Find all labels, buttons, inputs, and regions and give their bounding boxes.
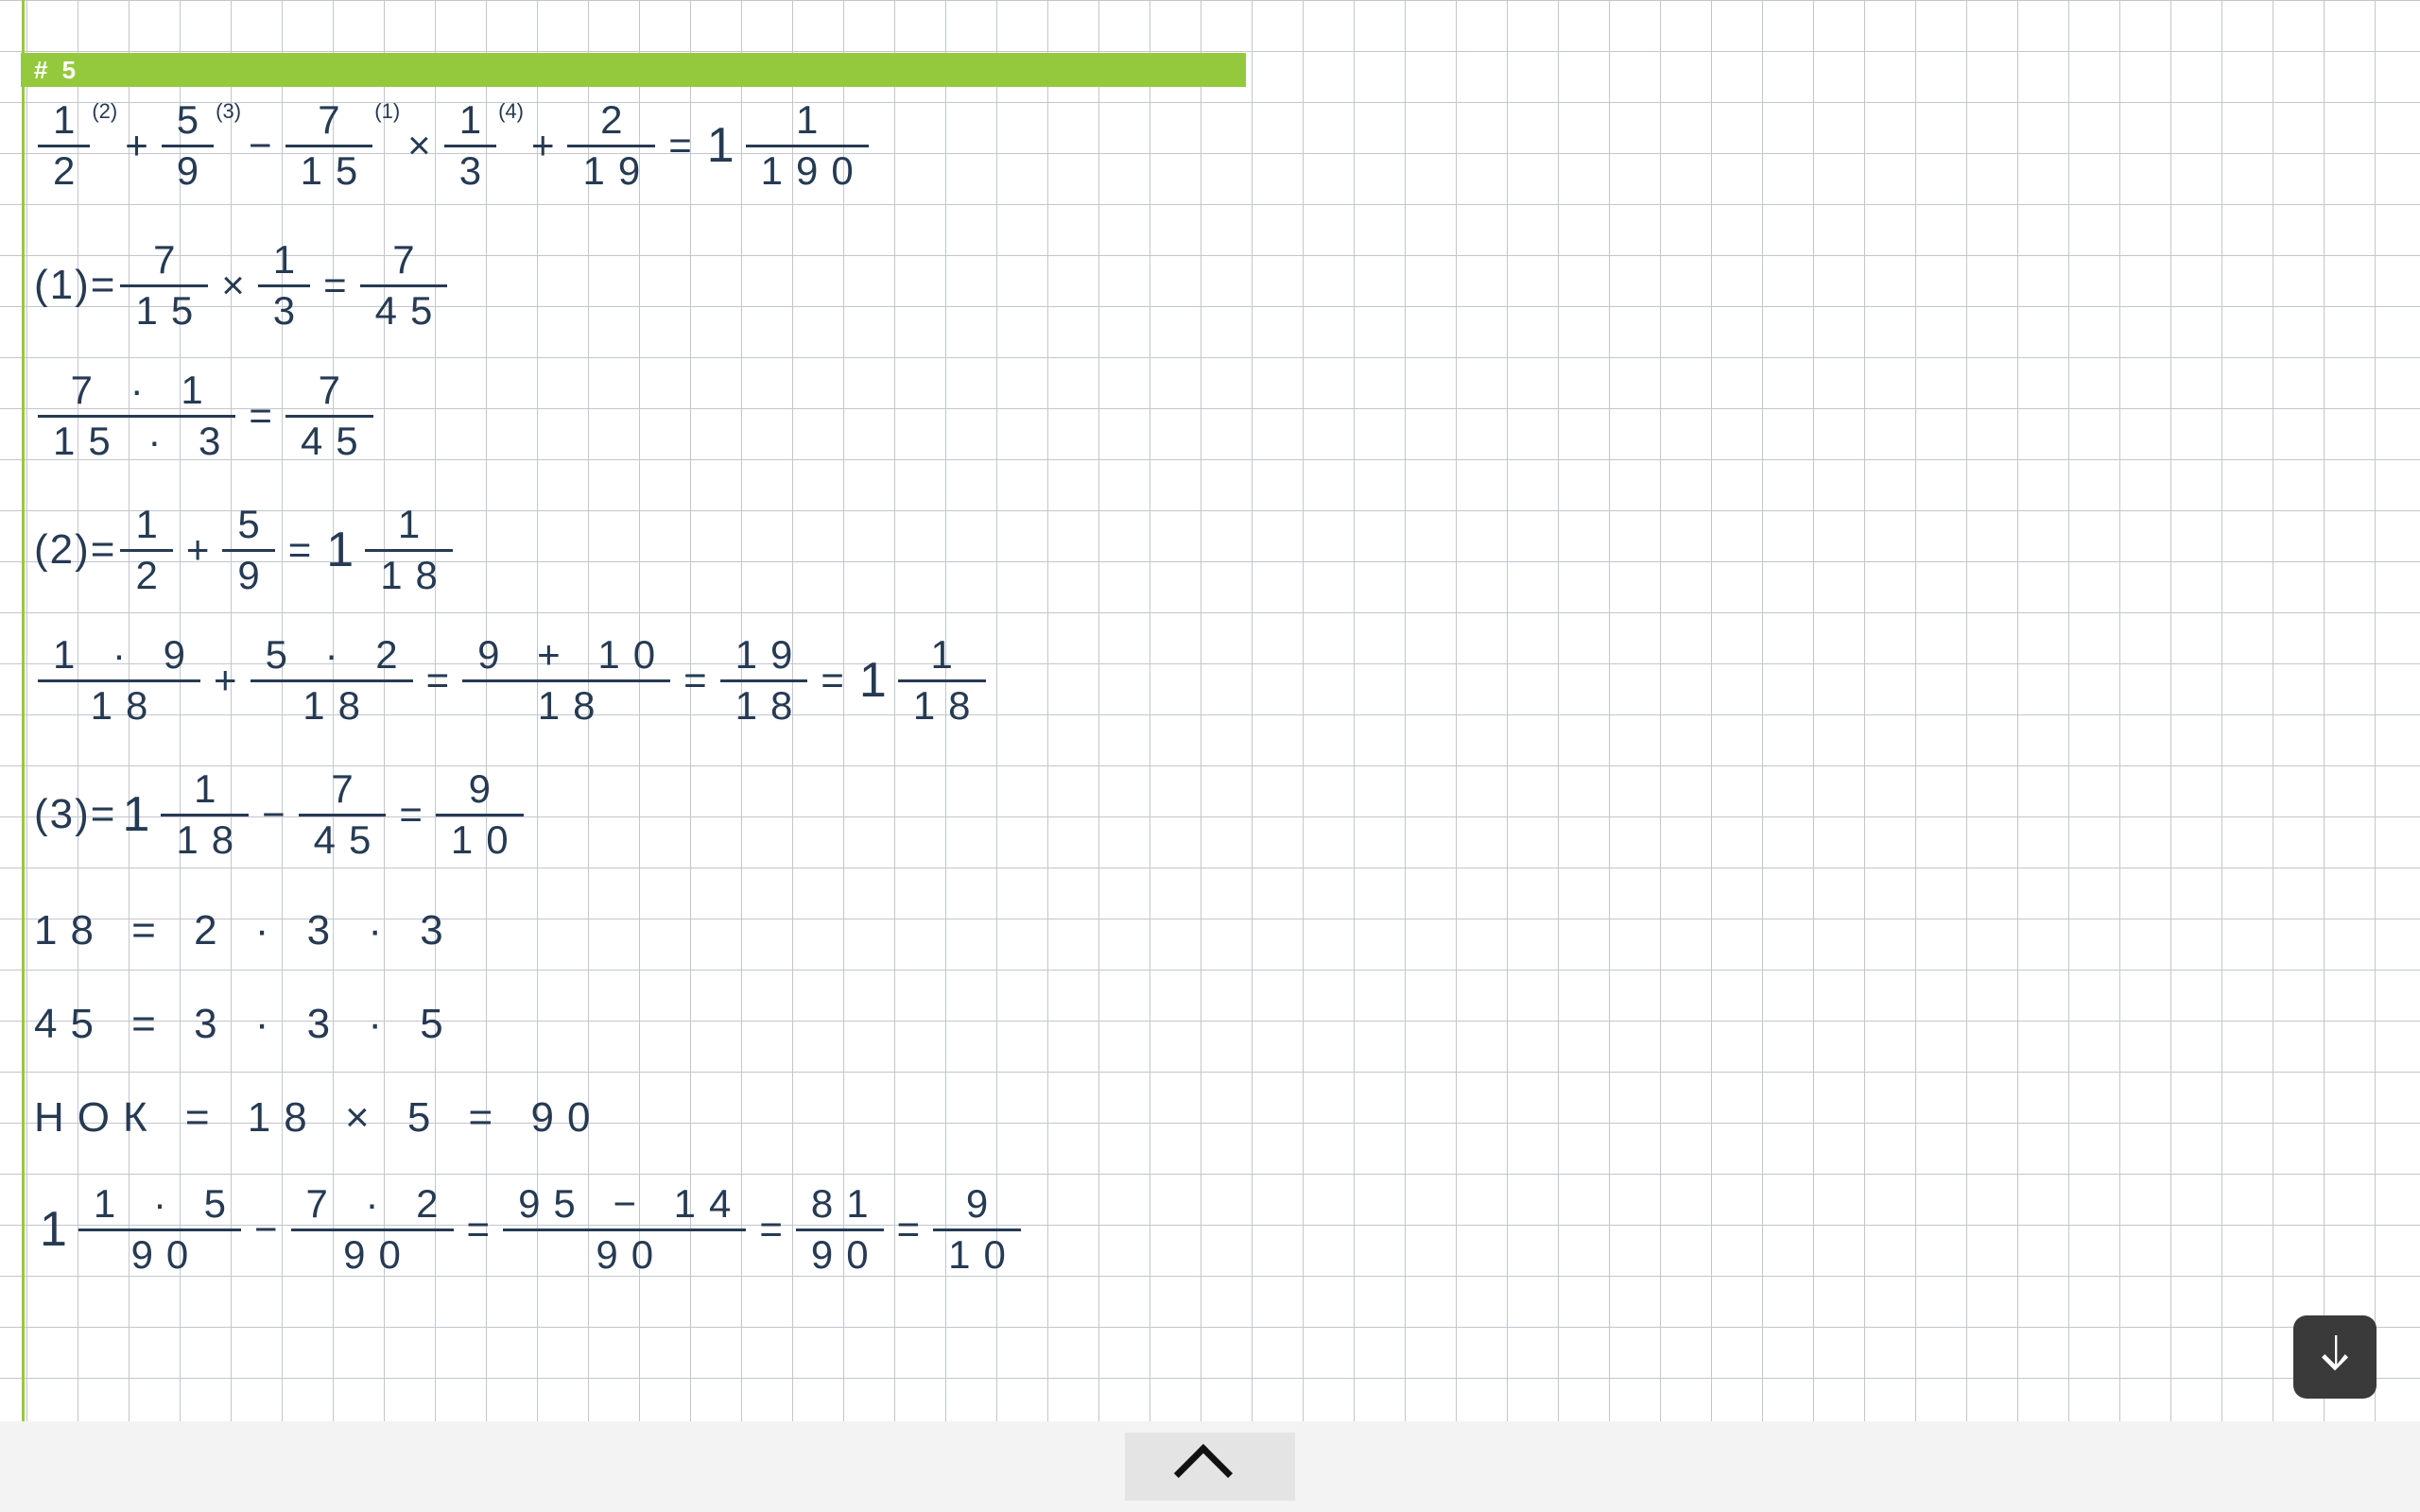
whole-part: 1 <box>116 790 157 839</box>
fraction: 910 <box>436 768 524 860</box>
factorization-line-2: 45 = 3 · 3 · 5 <box>34 984 1025 1064</box>
whole-part: 1 <box>854 656 894 705</box>
plain-text: 18 = 2 · 3 · 3 <box>34 910 457 952</box>
equals-op: = <box>417 661 459 700</box>
fraction: 1190 <box>746 99 869 191</box>
minus-op: − <box>239 126 282 165</box>
collapse-button[interactable] <box>1125 1433 1295 1501</box>
fraction: 118 <box>898 634 986 726</box>
equals-op: = <box>389 795 432 834</box>
fraction: 745 <box>299 768 387 860</box>
step-ref-4: (4) <box>498 101 524 122</box>
equals-op: = <box>674 661 717 700</box>
chevron-up-icon <box>1189 1446 1231 1487</box>
fraction: 1918 <box>720 634 808 726</box>
fraction: 1 · 918 <box>38 634 200 726</box>
bottom-bar <box>0 1421 2420 1512</box>
minus-op: − <box>245 1210 287 1249</box>
equation-line-1: 1 2 (2) + 59 (3) − 715 (1) × 13 (4) + 21… <box>34 94 1025 197</box>
whole-part: 1 <box>701 121 742 170</box>
plus-op: + <box>204 661 247 700</box>
plus-op: + <box>177 530 219 570</box>
fraction: 1 · 590 <box>78 1183 241 1275</box>
arrow-down-icon <box>2308 1329 2361 1386</box>
step-ref-3: (3) <box>216 101 241 122</box>
fraction: 745 <box>285 369 373 461</box>
step-lead: (3)= <box>34 794 116 835</box>
left-margin-rule <box>22 0 25 1512</box>
fraction: 9 + 1018 <box>462 634 670 726</box>
equation-line-5: 1 · 918 + 5 · 218 = 9 + 1018 = 1918 = 1 … <box>34 629 1025 731</box>
section-header: # 5 <box>21 53 1246 87</box>
fraction: 1 2 <box>38 99 90 191</box>
section-label: # 5 <box>34 56 79 85</box>
step-lead: (2)= <box>34 529 116 571</box>
equals-op: = <box>750 1210 792 1249</box>
step-lead: (1)= <box>34 265 116 306</box>
fraction: 7 · 115 · 3 <box>38 369 235 461</box>
equation-line-2: (1)= 715 × 13 = 745 <box>34 234 1025 336</box>
scroll-down-button[interactable] <box>2293 1315 2377 1399</box>
step-ref-2: (2) <box>92 101 117 122</box>
equation-line-4: (2)= 12 + 59 = 1 118 <box>34 499 1025 601</box>
fraction: 118 <box>365 504 453 595</box>
fraction: 59 <box>162 99 214 191</box>
fraction: 95 − 1490 <box>503 1183 746 1275</box>
times-op: × <box>398 126 441 165</box>
fraction: 745 <box>360 239 448 331</box>
fraction: 715 <box>120 239 208 331</box>
minus-op: − <box>252 795 295 834</box>
equals-op: = <box>239 396 282 436</box>
equals-op: = <box>888 1210 930 1249</box>
worked-solution: 1 2 (2) + 59 (3) − 715 (1) × 13 (4) + 21… <box>34 94 1025 1280</box>
fraction: 910 <box>933 1183 1021 1275</box>
fraction: 12 <box>120 504 172 595</box>
equals-op: = <box>314 266 356 305</box>
factorization-line-1: 18 = 2 · 3 · 3 <box>34 890 1025 971</box>
equals-op: = <box>279 530 321 570</box>
plus-op: + <box>115 126 158 165</box>
equals-op: = <box>811 661 854 700</box>
equals-op: = <box>659 126 701 165</box>
plain-text: НОК = 18 × 5 = 90 <box>34 1097 603 1139</box>
plus-op: + <box>522 126 564 165</box>
equation-line-10: 1 1 · 590 − 7 · 290 = 95 − 1490 = 8190 =… <box>34 1178 1025 1280</box>
step-ref-1: (1) <box>374 101 400 122</box>
fraction: 59 <box>222 504 274 595</box>
whole-part: 1 <box>320 525 361 575</box>
fraction: 7 · 290 <box>291 1183 454 1275</box>
whole-part: 1 <box>34 1205 75 1254</box>
fraction: 715 <box>285 99 373 191</box>
fraction: 5 · 218 <box>251 634 413 726</box>
equation-line-3: 7 · 115 · 3 = 745 <box>34 365 1025 467</box>
fraction: 13 <box>258 239 310 331</box>
lcm-line: НОК = 18 × 5 = 90 <box>34 1077 1025 1158</box>
equals-op: = <box>458 1210 500 1249</box>
fraction: 8190 <box>796 1183 884 1275</box>
fraction: 118 <box>161 768 249 860</box>
equation-line-6: (3)= 1 118 − 745 = 910 <box>34 764 1025 866</box>
fraction: 13 <box>444 99 496 191</box>
times-op: × <box>212 266 254 305</box>
plain-text: 45 = 3 · 3 · 5 <box>34 1004 457 1045</box>
fraction: 219 <box>567 99 655 191</box>
